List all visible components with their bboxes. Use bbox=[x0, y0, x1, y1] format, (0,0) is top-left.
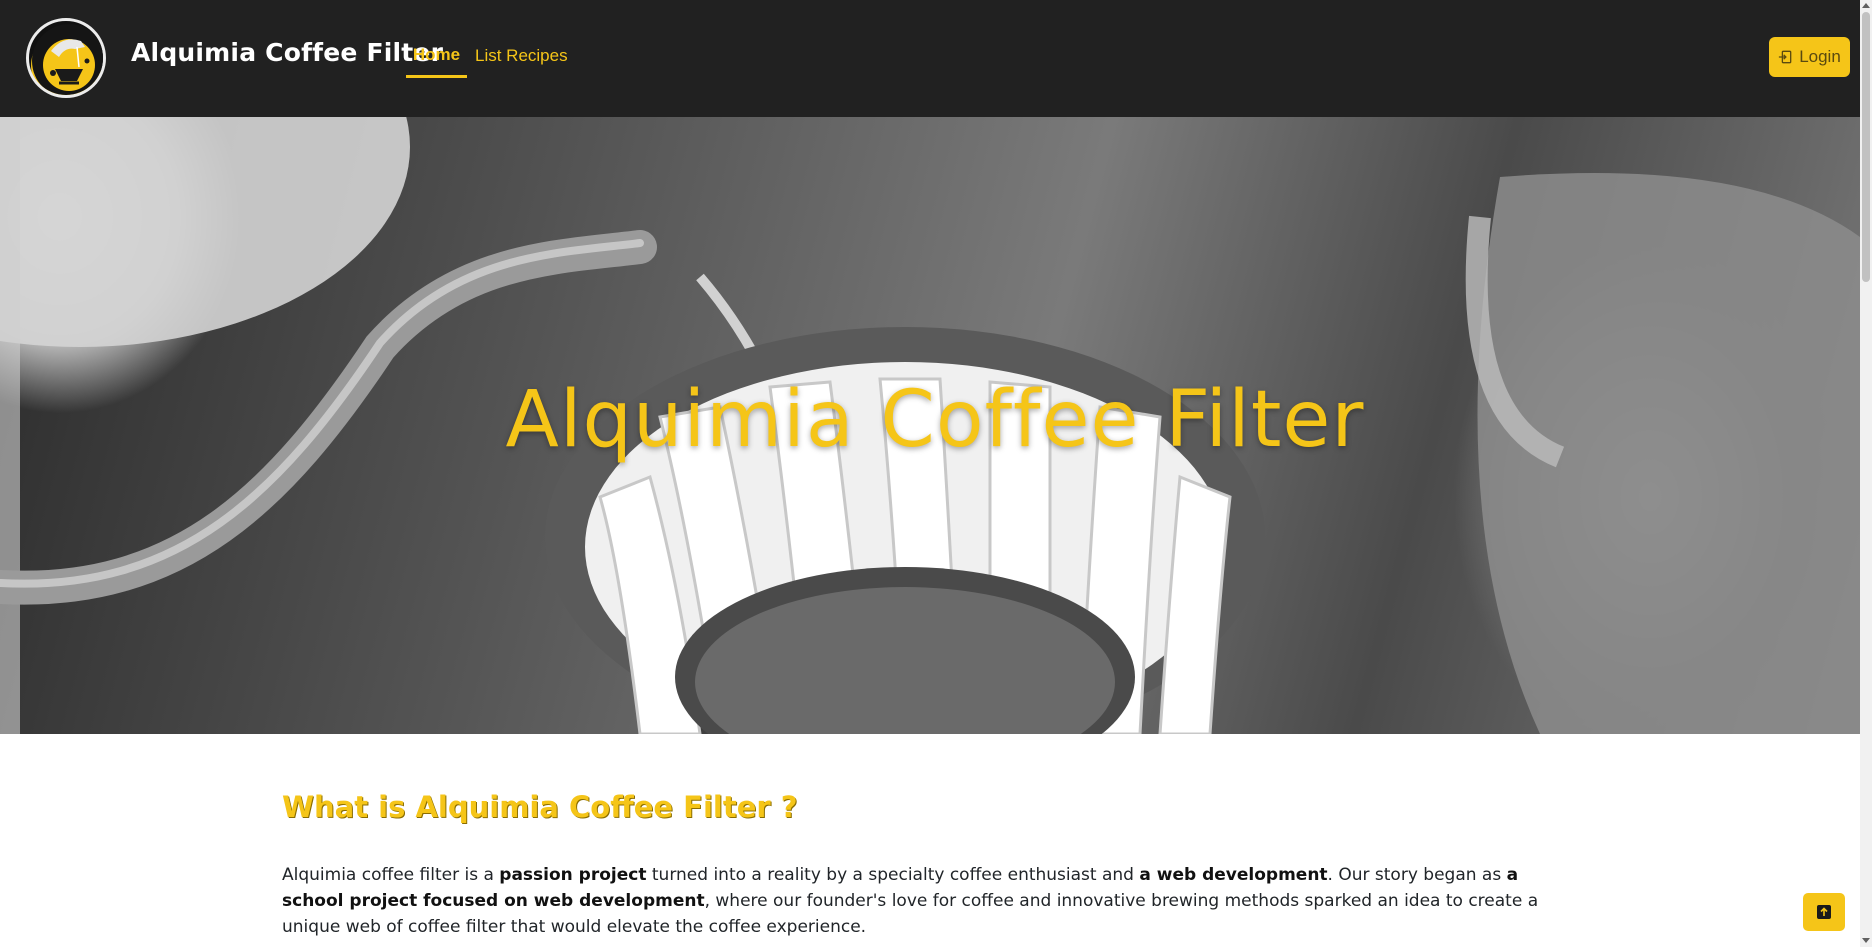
login-icon bbox=[1779, 50, 1792, 64]
nav-link-list-recipes[interactable]: List Recipes bbox=[475, 46, 568, 66]
login-label: Login bbox=[1799, 47, 1841, 66]
hero-title: Alquimia Coffee Filter bbox=[505, 375, 1365, 465]
about-text-2: passion project bbox=[499, 865, 647, 885]
arrow-up-icon bbox=[1817, 905, 1831, 919]
scrollbar-thumb[interactable] bbox=[1862, 12, 1870, 282]
nav-link-home[interactable]: Home bbox=[406, 45, 467, 78]
about-text-3: turned into a reality by a specialty cof… bbox=[646, 865, 1140, 885]
hero-banner: Alquimia Coffee Filter bbox=[0, 117, 1860, 734]
about-text-5: . Our story began as bbox=[1327, 865, 1507, 885]
about-text-1: Alquimia coffee filter is a bbox=[282, 865, 500, 885]
coffee-pour-logo-icon bbox=[32, 24, 103, 95]
scroll-to-top-button[interactable] bbox=[1803, 893, 1845, 931]
scroll-up-arrow-icon[interactable] bbox=[1862, 3, 1870, 8]
brand-logo[interactable] bbox=[26, 18, 106, 98]
page-scrollbar[interactable] bbox=[1860, 0, 1872, 947]
about-text-4: a web development bbox=[1139, 865, 1328, 885]
about-section: What is Alquimia Coffee Filter ? Alquimi… bbox=[282, 790, 1572, 940]
about-heading: What is Alquimia Coffee Filter ? bbox=[282, 790, 798, 824]
brand-name[interactable]: Alquimia Coffee Filter bbox=[131, 38, 443, 67]
scroll-down-arrow-icon[interactable] bbox=[1862, 938, 1870, 943]
login-button[interactable]: Login bbox=[1769, 37, 1850, 77]
about-paragraph: Alquimia coffee filter is a passion proj… bbox=[282, 862, 1572, 940]
navbar: Alquimia Coffee Filter Home List Recipes… bbox=[0, 0, 1860, 117]
